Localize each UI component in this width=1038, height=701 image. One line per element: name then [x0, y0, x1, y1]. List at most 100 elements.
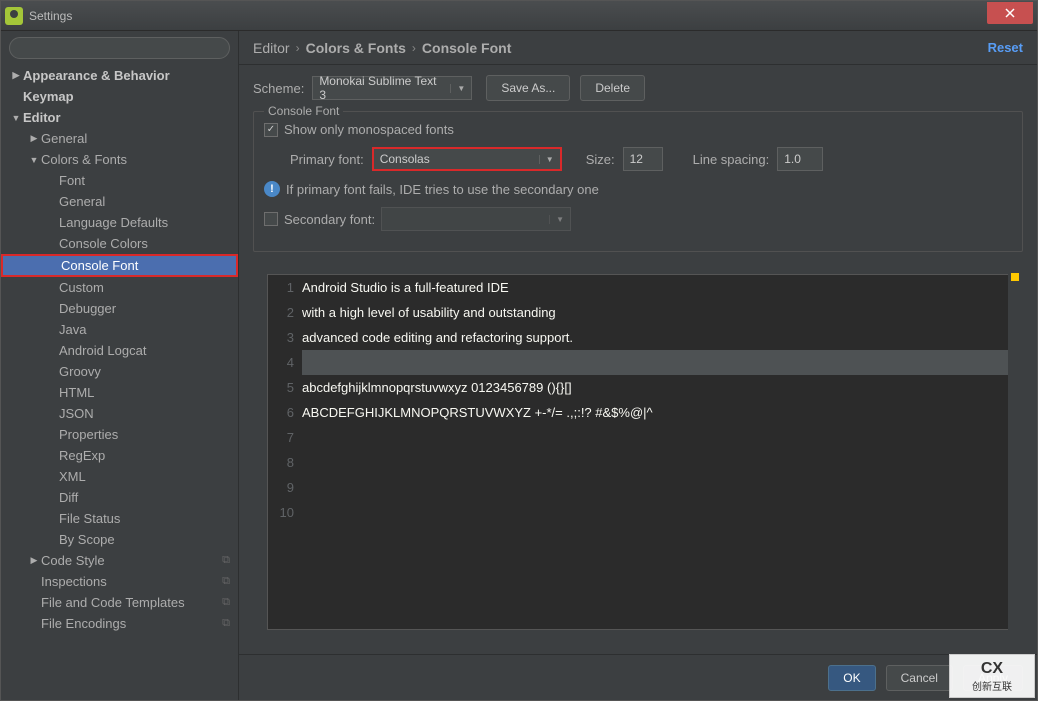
tree-item[interactable]: Custom [1, 277, 238, 298]
tree-item[interactable]: XML [1, 466, 238, 487]
console-font-fieldset: Console Font ✓ Show only monospaced font… [253, 111, 1023, 252]
line-number: 3 [268, 325, 302, 350]
tree-item-label: File and Code Templates [41, 595, 185, 610]
tree-item[interactable]: Android Logcat [1, 340, 238, 361]
code-text: Android Studio is a full-featured IDE [302, 275, 1008, 300]
main-panel: Editor › Colors & Fonts › Console Font R… [239, 31, 1037, 700]
tree-item[interactable]: Properties [1, 424, 238, 445]
tree-item[interactable]: ▶Appearance & Behavior [1, 65, 238, 86]
tree-item[interactable]: Language Defaults [1, 212, 238, 233]
tree-item[interactable]: JSON [1, 403, 238, 424]
font-preview[interactable]: 1Android Studio is a full-featured IDE2w… [267, 274, 1009, 630]
reset-link[interactable]: Reset [988, 40, 1023, 55]
scheme-row: Scheme: Monokai Sublime Text 3 ▼ Save As… [253, 75, 1023, 101]
secondary-font-select[interactable]: ▼ [381, 207, 571, 231]
tree-item-label: JSON [59, 406, 94, 421]
chevron-down-icon: ▼ [549, 215, 564, 224]
tree-item[interactable]: Font [1, 170, 238, 191]
tree-item[interactable]: Debugger [1, 298, 238, 319]
tree-item-label: Code Style [41, 553, 105, 568]
cancel-button[interactable]: Cancel [886, 665, 953, 691]
line-number: 4 [268, 350, 302, 375]
preview-line: 6ABCDEFGHIJKLMNOPQRSTUVWXYZ +-*/= .,;:!?… [268, 400, 1008, 425]
tree-item-label: Debugger [59, 301, 116, 316]
mono-row: ✓ Show only monospaced fonts [264, 122, 1012, 137]
code-text: with a high level of usability and outst… [302, 300, 1008, 325]
breadcrumb-1[interactable]: Colors & Fonts [306, 40, 406, 56]
close-icon [1005, 8, 1015, 18]
tree-item-label: File Status [59, 511, 120, 526]
line-number: 6 [268, 400, 302, 425]
settings-window: Settings 🔍 ▶Appearance & BehaviorKeymap▼… [0, 0, 1038, 701]
tree-item[interactable]: ▶Code Style⧉ [1, 550, 238, 571]
breadcrumb-sep: › [412, 41, 416, 55]
tree-item-label: Java [59, 322, 86, 337]
secondary-row: Secondary font: ▼ [264, 207, 1012, 231]
tree-item[interactable]: File Encodings⧉ [1, 613, 238, 634]
preview-line: 3advanced code editing and refactoring s… [268, 325, 1008, 350]
tree-arrow-icon: ▼ [27, 155, 41, 165]
settings-tree[interactable]: ▶Appearance & BehaviorKeymap▼Editor▶Gene… [1, 65, 238, 700]
secondary-checkbox[interactable] [264, 212, 278, 226]
secondary-label: Secondary font: [284, 212, 375, 227]
info-text: If primary font fails, IDE tries to use … [286, 182, 599, 197]
tree-item[interactable]: HTML [1, 382, 238, 403]
tree-item[interactable]: Java [1, 319, 238, 340]
tree-item[interactable]: Inspections⧉ [1, 571, 238, 592]
scheme-label: Scheme: [253, 81, 304, 96]
search-input[interactable] [9, 37, 230, 59]
tree-item[interactable]: ▼Colors & Fonts [1, 149, 238, 170]
project-icon: ⧉ [222, 617, 230, 630]
save-as-button[interactable]: Save As... [486, 75, 570, 101]
code-text [302, 350, 1008, 375]
line-number: 1 [268, 275, 302, 300]
preview-line: 1Android Studio is a full-featured IDE [268, 275, 1008, 300]
line-number: 5 [268, 375, 302, 400]
ok-button[interactable]: OK [828, 665, 875, 691]
breadcrumb-sep: › [296, 41, 300, 55]
preview-line: 9 [268, 475, 1008, 500]
preview-scrollbar[interactable] [1008, 269, 1022, 643]
code-text [302, 425, 1008, 450]
tree-item-label: Font [59, 173, 85, 188]
tree-item[interactable]: Console Font [1, 254, 238, 277]
tree-item[interactable]: ▶General [1, 128, 238, 149]
tree-item[interactable]: Console Colors [1, 233, 238, 254]
code-text [302, 475, 1008, 500]
preview-line: 8 [268, 450, 1008, 475]
tree-item[interactable]: General [1, 191, 238, 212]
code-text [302, 500, 1008, 525]
scheme-select[interactable]: Monokai Sublime Text 3 ▼ [312, 76, 472, 100]
tree-item-label: Groovy [59, 364, 101, 379]
show-mono-checkbox[interactable]: ✓ [264, 123, 278, 137]
spacing-input[interactable] [777, 147, 823, 171]
size-input[interactable] [623, 147, 663, 171]
chevron-down-icon: ▼ [539, 155, 554, 164]
tree-item-label: Inspections [41, 574, 107, 589]
tree-item[interactable]: ▼Editor [1, 107, 238, 128]
tree-item-label: Android Logcat [59, 343, 146, 358]
breadcrumb-0[interactable]: Editor [253, 40, 290, 56]
tree-item[interactable]: Keymap [1, 86, 238, 107]
primary-font-select[interactable]: Consolas ▼ [372, 147, 562, 171]
primary-font-label: Primary font: [290, 152, 364, 167]
tree-item[interactable]: File and Code Templates⧉ [1, 592, 238, 613]
preview-line: 2with a high level of usability and outs… [268, 300, 1008, 325]
tree-arrow-icon: ▶ [27, 133, 41, 144]
close-button[interactable] [987, 2, 1033, 24]
line-number: 8 [268, 450, 302, 475]
tree-item[interactable]: Diff [1, 487, 238, 508]
tree-item[interactable]: By Scope [1, 529, 238, 550]
tree-item[interactable]: RegExp [1, 445, 238, 466]
tree-item[interactable]: Groovy [1, 361, 238, 382]
scheme-value: Monokai Sublime Text 3 [319, 74, 444, 102]
tree-item-label: XML [59, 469, 86, 484]
breadcrumb-2[interactable]: Console Font [422, 40, 511, 56]
preview-line: 5abcdefghijklmnopqrstuvwxyz 0123456789 (… [268, 375, 1008, 400]
tree-item[interactable]: File Status [1, 508, 238, 529]
tree-item-label: Keymap [23, 89, 74, 104]
delete-button[interactable]: Delete [580, 75, 645, 101]
primary-font-row: Primary font: Consolas ▼ Size: Line spac… [290, 147, 1012, 171]
titlebar[interactable]: Settings [1, 1, 1037, 31]
preview-line: 7 [268, 425, 1008, 450]
